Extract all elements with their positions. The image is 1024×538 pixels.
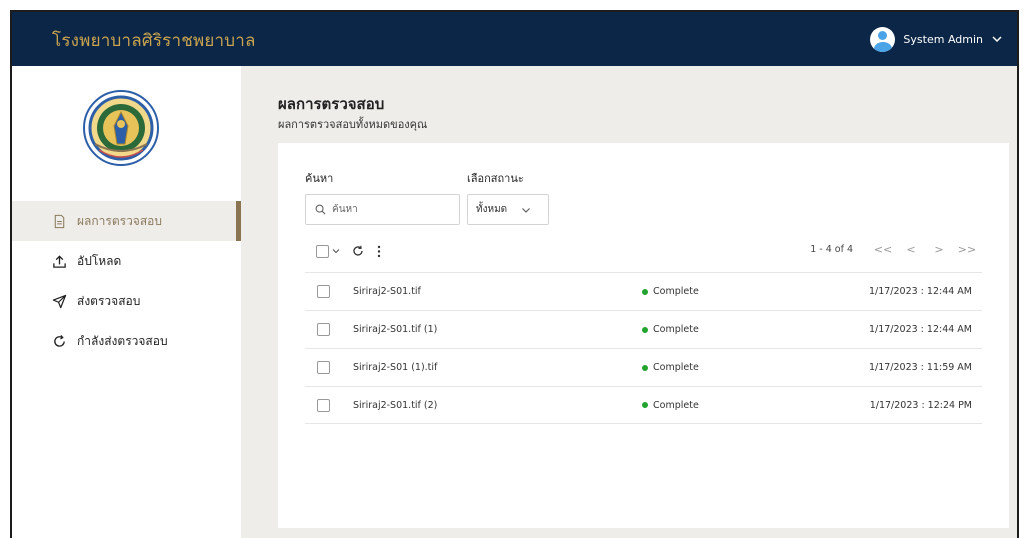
select-all-checkbox[interactable]: [316, 244, 329, 258]
sidebar-nav: ผลการตรวจสอบ อัปโหลด ส่งตรวจสอบ กำลังส่ง…: [12, 201, 241, 361]
last-page-button[interactable]: >>: [953, 243, 981, 256]
row-checkbox[interactable]: [317, 323, 330, 336]
top-bar: โรงพยาบาลศิริราชพยาบาล System Admin: [12, 12, 1017, 66]
sidebar-item-label: ผลการตรวจสอบ: [77, 213, 162, 228]
sidebar-item-sending[interactable]: กำลังส่งตรวจสอบ: [12, 321, 241, 361]
user-name[interactable]: System Admin: [903, 33, 983, 46]
document-icon: [54, 214, 65, 228]
status-text: Complete: [653, 286, 699, 297]
status-badge: Complete: [642, 400, 699, 411]
file-name[interactable]: Siriraj2-S01.tif (2): [353, 400, 437, 411]
user-menu[interactable]: System Admin: [870, 25, 1003, 53]
brand-title: โรงพยาบาลศิริราชพยาบาล: [52, 31, 256, 51]
next-page-button[interactable]: >: [925, 243, 953, 256]
first-page-button[interactable]: <<: [869, 243, 897, 256]
sidebar-item-label: กำลังส่งตรวจสอบ: [77, 333, 168, 348]
chevron-down-icon: [522, 207, 531, 213]
status-dot: [642, 364, 648, 371]
row-checkbox[interactable]: [317, 398, 330, 412]
search-label: ค้นหา: [305, 172, 334, 185]
status-badge: Complete: [642, 324, 699, 335]
status-filter-label: เลือกสถานะ: [467, 172, 524, 185]
row-checkbox[interactable]: [317, 285, 330, 298]
hospital-seal-logo: [83, 90, 159, 166]
table-row[interactable]: Siriraj2-S01.tif Complete 1/17/2023 : 12…: [305, 272, 982, 310]
row-date: 1/17/2023 : 12:44 AM: [868, 324, 972, 335]
table-toolbar: [316, 242, 384, 260]
sidebar-item-label: ส่งตรวจสอบ: [77, 293, 141, 308]
sidebar: ผลการตรวจสอบ อัปโหลด ส่งตรวจสอบ กำลังส่ง…: [12, 66, 241, 538]
sidebar-item-label: อัปโหลด: [77, 253, 122, 268]
search-input[interactable]: [332, 204, 452, 215]
refresh-icon[interactable]: [352, 245, 364, 257]
status-select-value: ทั้งหมด: [476, 204, 508, 215]
page-title: ผลการตรวจสอบ: [278, 95, 385, 113]
row-date: 1/17/2023 : 12:44 AM: [868, 286, 972, 297]
status-badge: Complete: [642, 362, 699, 373]
status-text: Complete: [653, 324, 699, 335]
chevron-down-icon[interactable]: [332, 247, 340, 255]
file-name[interactable]: Siriraj2-S01 (1).tif: [353, 362, 437, 373]
search-icon: [315, 204, 326, 215]
prev-page-button[interactable]: <: [897, 243, 925, 256]
sidebar-item-upload[interactable]: อัปโหลด: [12, 241, 241, 281]
table-row[interactable]: Siriraj2-S01.tif (1) Complete 1/17/2023 …: [305, 310, 982, 348]
more-vertical-icon[interactable]: [374, 245, 384, 258]
upload-icon: [53, 254, 66, 268]
page-subtitle: ผลการตรวจสอบทั้งหมดของคุณ: [278, 118, 428, 131]
status-dot: [642, 288, 648, 295]
results-card: ค้นหา เลือกสถานะ ทั้งหมด: [278, 143, 1009, 528]
status-badge: Complete: [642, 286, 699, 297]
avatar[interactable]: [870, 26, 896, 52]
status-text: Complete: [653, 399, 699, 411]
chevron-down-icon[interactable]: [991, 33, 1003, 45]
table-row[interactable]: Siriraj2-S01.tif (2) Complete 1/17/2023 …: [305, 386, 982, 424]
sidebar-item-send[interactable]: ส่งตรวจสอบ: [12, 281, 241, 321]
results-table: Siriraj2-S01.tif Complete 1/17/2023 : 12…: [305, 272, 982, 424]
send-icon: [52, 294, 67, 308]
app-window: โรงพยาบาลศิริราชพยาบาล System Admin ผลกา…: [10, 10, 1019, 538]
row-checkbox[interactable]: [317, 361, 330, 374]
file-name[interactable]: Siriraj2-S01.tif: [353, 286, 421, 297]
status-dot: [642, 402, 648, 408]
status-text: Complete: [653, 362, 699, 373]
status-select[interactable]: ทั้งหมด: [467, 194, 549, 225]
status-dot: [642, 326, 648, 333]
row-date: 1/17/2023 : 11:59 AM: [868, 362, 972, 373]
pagination-range: 1 - 4 of 4: [810, 244, 853, 255]
table-row[interactable]: Siriraj2-S01 (1).tif Complete 1/17/2023 …: [305, 348, 982, 386]
pagination: 1 - 4 of 4 << < > >>: [810, 243, 981, 256]
refresh-icon: [54, 334, 65, 347]
sidebar-item-results[interactable]: ผลการตรวจสอบ: [12, 201, 241, 241]
file-name[interactable]: Siriraj2-S01.tif (1): [353, 324, 437, 335]
search-box[interactable]: [305, 194, 460, 225]
row-date: 1/17/2023 : 12:24 PM: [869, 399, 972, 411]
